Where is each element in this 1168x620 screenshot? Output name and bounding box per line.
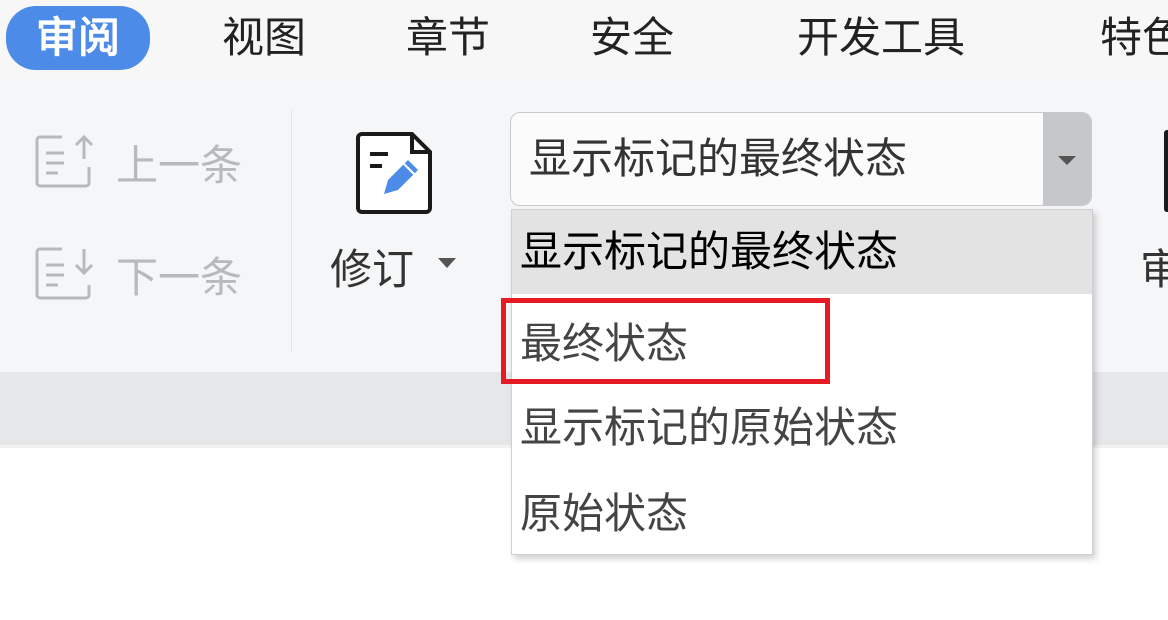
option-label: 显示标记的最终状态: [520, 227, 899, 276]
previous-change-icon: [35, 134, 94, 188]
display-mode-dropdown-button[interactable]: [1043, 113, 1091, 205]
option-label: 显示标记的原始状态: [520, 403, 899, 452]
option-label: 原始状态: [520, 489, 689, 538]
tab-chapter[interactable]: 章节: [406, 10, 490, 66]
previous-change-button[interactable]: 上一条: [34, 132, 242, 192]
partial-ribbon-icon[interactable]: [1164, 130, 1168, 212]
display-mode-select[interactable]: 显示标记的最终状态: [510, 112, 1092, 206]
revise-dropdown-arrow-icon[interactable]: [438, 258, 456, 268]
next-change-button[interactable]: 下一条: [34, 244, 242, 304]
option-final-with-markup[interactable]: 显示标记的最终状态: [512, 210, 1092, 294]
ribbon-tab-bar: 审阅 视图 章节 安全 开发工具 特色: [0, 0, 1168, 80]
chevron-down-icon: [1058, 156, 1076, 165]
next-change-label: 下一条: [116, 252, 243, 302]
tab-features[interactable]: 特色: [1100, 10, 1168, 66]
tab-view[interactable]: 视图: [222, 10, 306, 66]
previous-change-label: 上一条: [116, 140, 243, 190]
app-window: 审阅 视图 章节 安全 开发工具 特色 上一条 下一条 修订 显示标记的最终状态…: [0, 0, 1168, 620]
tab-review[interactable]: 审阅: [6, 6, 151, 70]
tab-security[interactable]: 安全: [590, 10, 674, 66]
highlight-box: [501, 298, 830, 384]
next-change-icon: [35, 247, 94, 300]
revise-button[interactable]: 修订: [330, 240, 414, 300]
option-original[interactable]: 原始状态: [512, 472, 1092, 556]
revise-pencil-icon[interactable]: [354, 128, 434, 218]
option-original-with-markup[interactable]: 显示标记的原始状态: [512, 386, 1092, 470]
ribbon-group-divider: [291, 110, 292, 352]
partial-ribbon-label[interactable]: 审: [1140, 240, 1168, 300]
tab-developer-tools[interactable]: 开发工具: [797, 10, 965, 66]
display-mode-value: 显示标记的最终状态: [529, 134, 908, 183]
